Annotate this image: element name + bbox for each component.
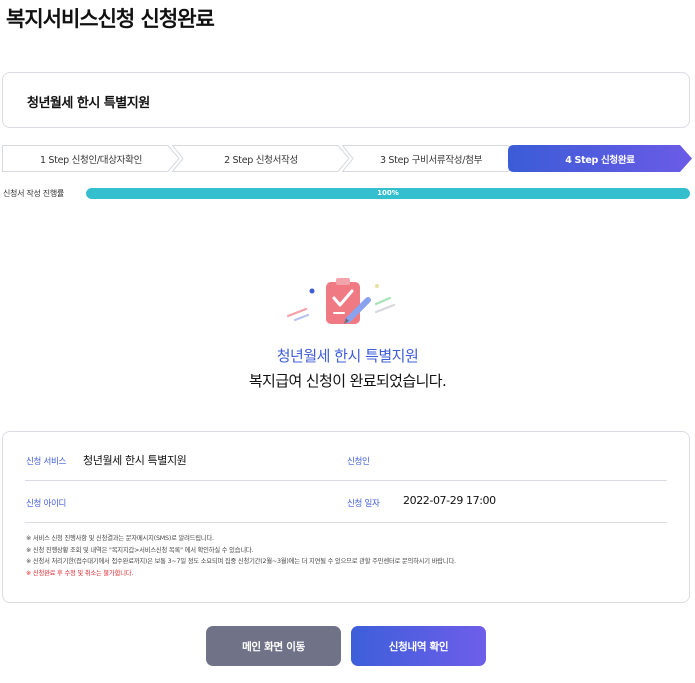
service-name-box: 청년월세 한시 특별지원 xyxy=(2,72,690,128)
note-history: ※ 신청 진행상황 조회 및 내역은 "복지지갑>서비스신청 목록" 에서 확인… xyxy=(26,546,254,554)
page-title: 복지서비스신청 신청완료 xyxy=(6,7,215,31)
step-4-label: 4 Step 신청완료 xyxy=(565,154,635,166)
note-sms: ※ 서비스 신청 진행사항 및 신청결과는 문자메시지(SMS)로 알려드립니다… xyxy=(26,535,214,542)
step-2: 2 Step 신청서작성 xyxy=(172,145,350,172)
divider xyxy=(25,522,667,523)
date-value: 2022-07-29 17:00 xyxy=(403,494,496,507)
step-1: 1 Step 신청인/대상자확인 xyxy=(2,145,180,172)
view-history-button[interactable]: 신청내역 확인 xyxy=(351,626,486,666)
date-label: 신청 일자 xyxy=(347,499,380,509)
note-processing-time: ※ 신청서 처리기한(접수대기에서 접수완료까지)은 보통 3~7일 정도 소요… xyxy=(26,558,456,566)
application-info-box: 신청 서비스 청년월세 한시 특별지원 신청인 신청 아이디 신청 일자 202… xyxy=(2,431,690,603)
step-4: 4 Step 신청완료 xyxy=(508,145,692,172)
progress-bar: 100% xyxy=(86,188,690,199)
completion-message: 복지급여 신청이 완료되었습니다. xyxy=(248,372,447,390)
step-2-label: 2 Step 신청서작성 xyxy=(224,154,298,166)
application-complete-icon xyxy=(286,278,396,324)
step-indicator: 1 Step 신청인/대상자확인 2 Step 신청서작성 3 Step 구비서… xyxy=(2,145,692,172)
id-label: 신청 아이디 xyxy=(26,499,67,509)
completed-service-name: 청년월세 한시 특별지원 xyxy=(276,347,419,365)
service-value: 청년월세 한시 특별지원 xyxy=(83,454,187,467)
notes: ※ 서비스 신청 진행사항 및 신청결과는 문자메시지(SMS)로 알려드립니다… xyxy=(26,533,666,579)
progress-label: 신청서 작성 진행률 xyxy=(3,189,64,198)
divider xyxy=(25,480,667,481)
progress-percent: 100% xyxy=(377,189,399,197)
service-name: 청년월세 한시 특별지원 xyxy=(27,96,150,111)
step-3: 3 Step 구비서류작성/첨부 xyxy=(342,145,520,172)
main-screen-button[interactable]: 메인 화면 이동 xyxy=(206,626,341,666)
step-3-label: 3 Step 구비서류작성/첨부 xyxy=(379,154,483,166)
applicant-label: 신청인 xyxy=(347,457,370,467)
step-1-label: 1 Step 신청인/대상자확인 xyxy=(39,154,143,166)
note-no-cancel-warning: ※ 신청완료 후 수정 및 취소는 불가합니다. xyxy=(26,569,134,577)
service-label: 신청 서비스 xyxy=(26,457,67,467)
